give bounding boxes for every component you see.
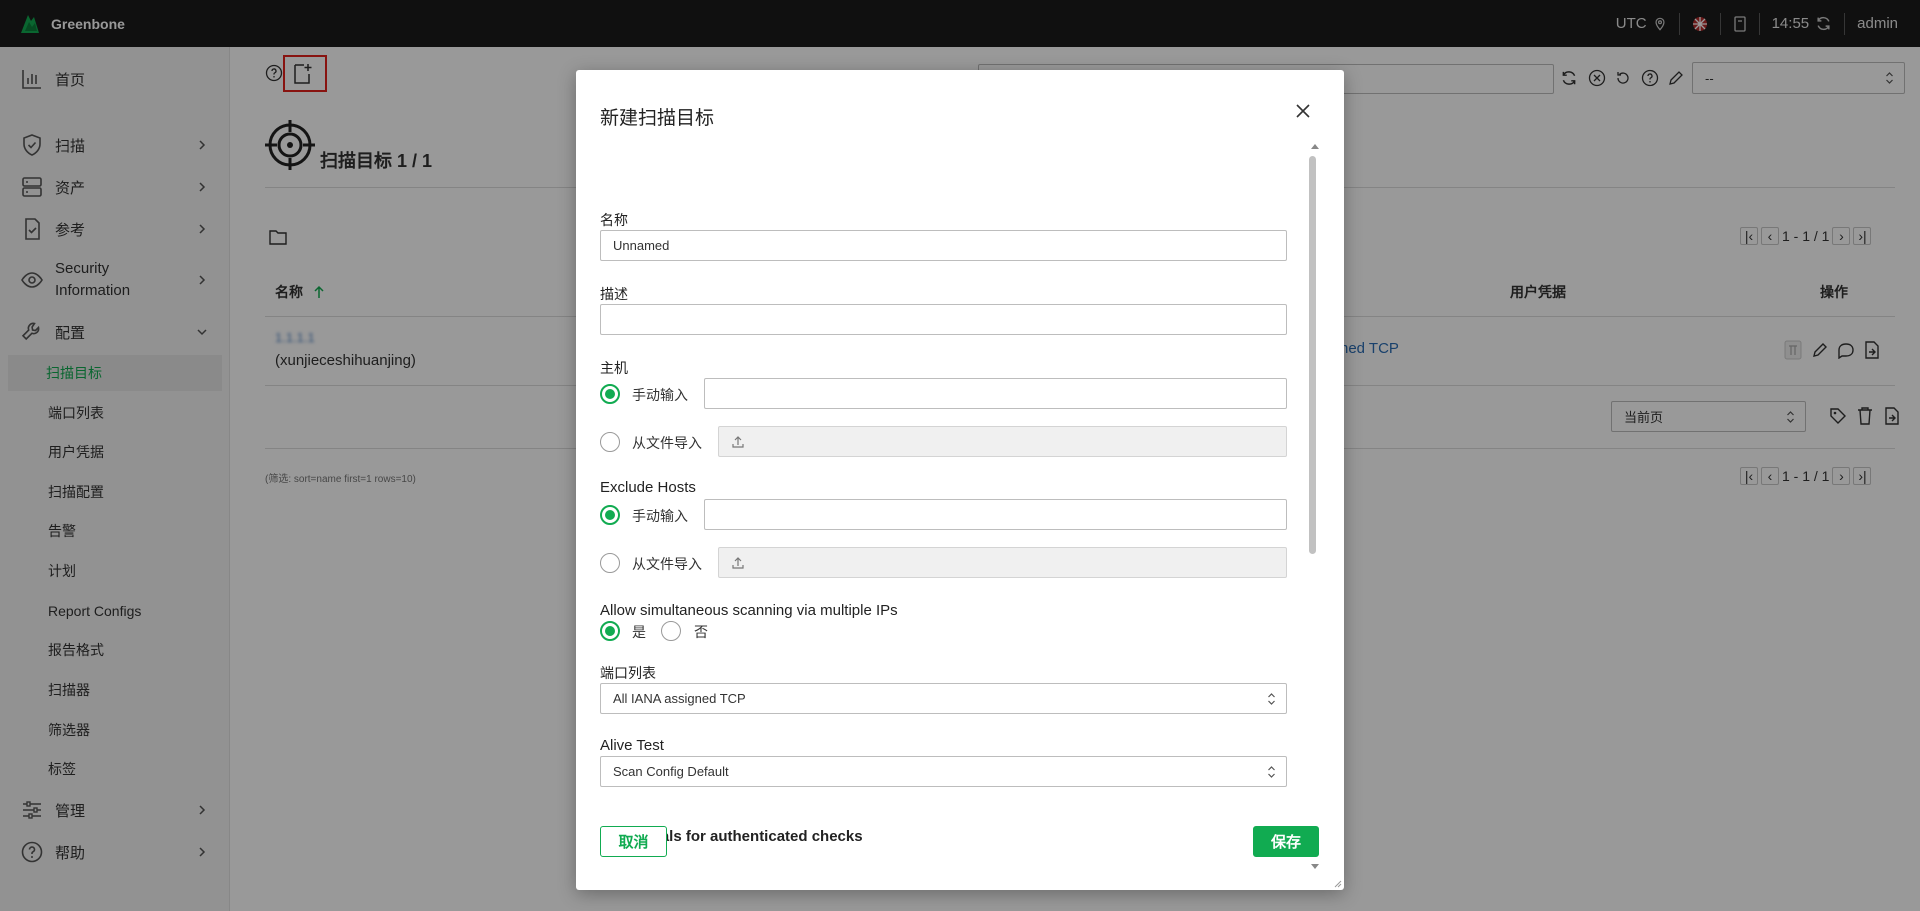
exclude-hosts-label: Exclude Hosts — [600, 479, 696, 496]
port-list-select[interactable]: All IANA assigned TCP — [600, 683, 1287, 714]
exclude-file-upload[interactable] — [718, 547, 1287, 578]
scrollbar-thumb[interactable] — [1309, 156, 1316, 554]
name-field[interactable]: Unnamed — [600, 230, 1287, 261]
exclude-file-label: 从文件导入 — [632, 556, 702, 572]
close-icon[interactable] — [1293, 101, 1313, 121]
description-field[interactable] — [600, 304, 1287, 335]
exclude-manual-label: 手动输入 — [632, 508, 688, 524]
exclude-manual-radio[interactable] — [600, 505, 620, 525]
dialog-content: 名称 Unnamed 描述 主机 手动输入 从文件导入 Exclude Host… — [600, 140, 1292, 860]
simultaneous-no-label: 否 — [694, 624, 708, 640]
dialog-title: 新建扫描目标 — [600, 108, 715, 129]
hosts-manual-field[interactable] — [704, 378, 1287, 409]
upload-icon — [732, 556, 744, 569]
alive-test-select[interactable]: Scan Config Default — [600, 756, 1287, 787]
resize-handle-icon[interactable] — [1334, 880, 1342, 888]
save-button[interactable]: 保存 — [1253, 826, 1319, 857]
hosts-file-radio[interactable] — [600, 432, 620, 452]
alive-test-select-value: Scan Config Default — [613, 764, 729, 779]
port-list-label: 端口列表 — [600, 665, 656, 681]
new-target-dialog: 新建扫描目标 名称 Unnamed 描述 主机 手动输入 从文件导入 Exclu… — [576, 70, 1344, 890]
simultaneous-yes-radio[interactable] — [600, 621, 620, 641]
hosts-file-label: 从文件导入 — [632, 435, 702, 451]
hosts-manual-label: 手动输入 — [632, 387, 688, 403]
hosts-file-upload[interactable] — [718, 426, 1287, 457]
hosts-label: 主机 — [600, 360, 628, 376]
select-arrows-icon — [1268, 765, 1275, 778]
simultaneous-scan-label: Allow simultaneous scanning via multiple… — [600, 602, 898, 619]
exclude-file-radio[interactable] — [600, 553, 620, 573]
simultaneous-no-radio[interactable] — [661, 621, 681, 641]
upload-icon — [732, 435, 744, 448]
exclude-manual-field[interactable] — [704, 499, 1287, 530]
port-list-select-value: All IANA assigned TCP — [613, 691, 746, 706]
scroll-down-arrow-icon[interactable] — [1310, 863, 1320, 871]
select-arrows-icon — [1268, 692, 1275, 705]
cancel-button[interactable]: 取消 — [600, 826, 667, 857]
hosts-manual-radio[interactable] — [600, 384, 620, 404]
scroll-up-arrow-icon[interactable] — [1310, 142, 1320, 150]
simultaneous-yes-label: 是 — [632, 624, 646, 640]
description-label: 描述 — [600, 286, 628, 302]
name-field-value: Unnamed — [613, 238, 670, 253]
alive-test-label: Alive Test — [600, 737, 664, 754]
name-label: 名称 — [600, 212, 628, 228]
